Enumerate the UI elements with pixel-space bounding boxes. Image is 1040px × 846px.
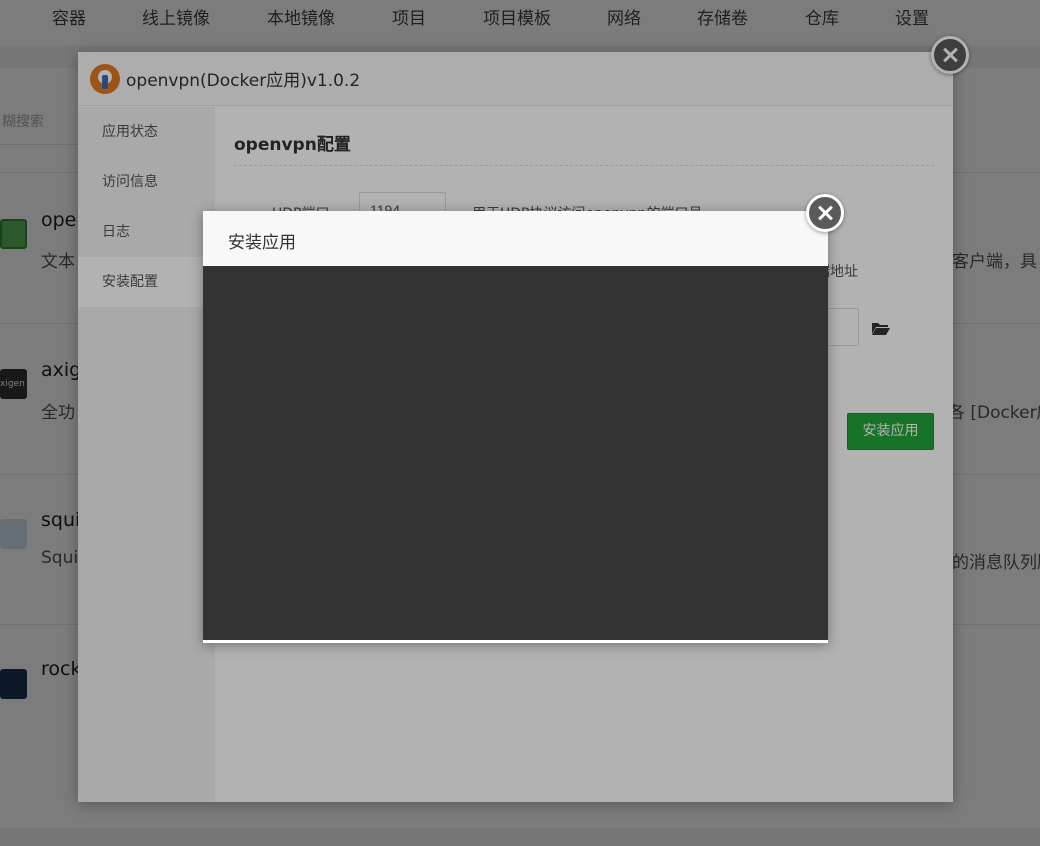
install-progress-dialog: 安装应用 bbox=[203, 211, 828, 643]
close-icon[interactable] bbox=[806, 194, 844, 232]
install-log-terminal bbox=[203, 266, 828, 640]
install-dialog-title: 安装应用 bbox=[203, 211, 828, 266]
